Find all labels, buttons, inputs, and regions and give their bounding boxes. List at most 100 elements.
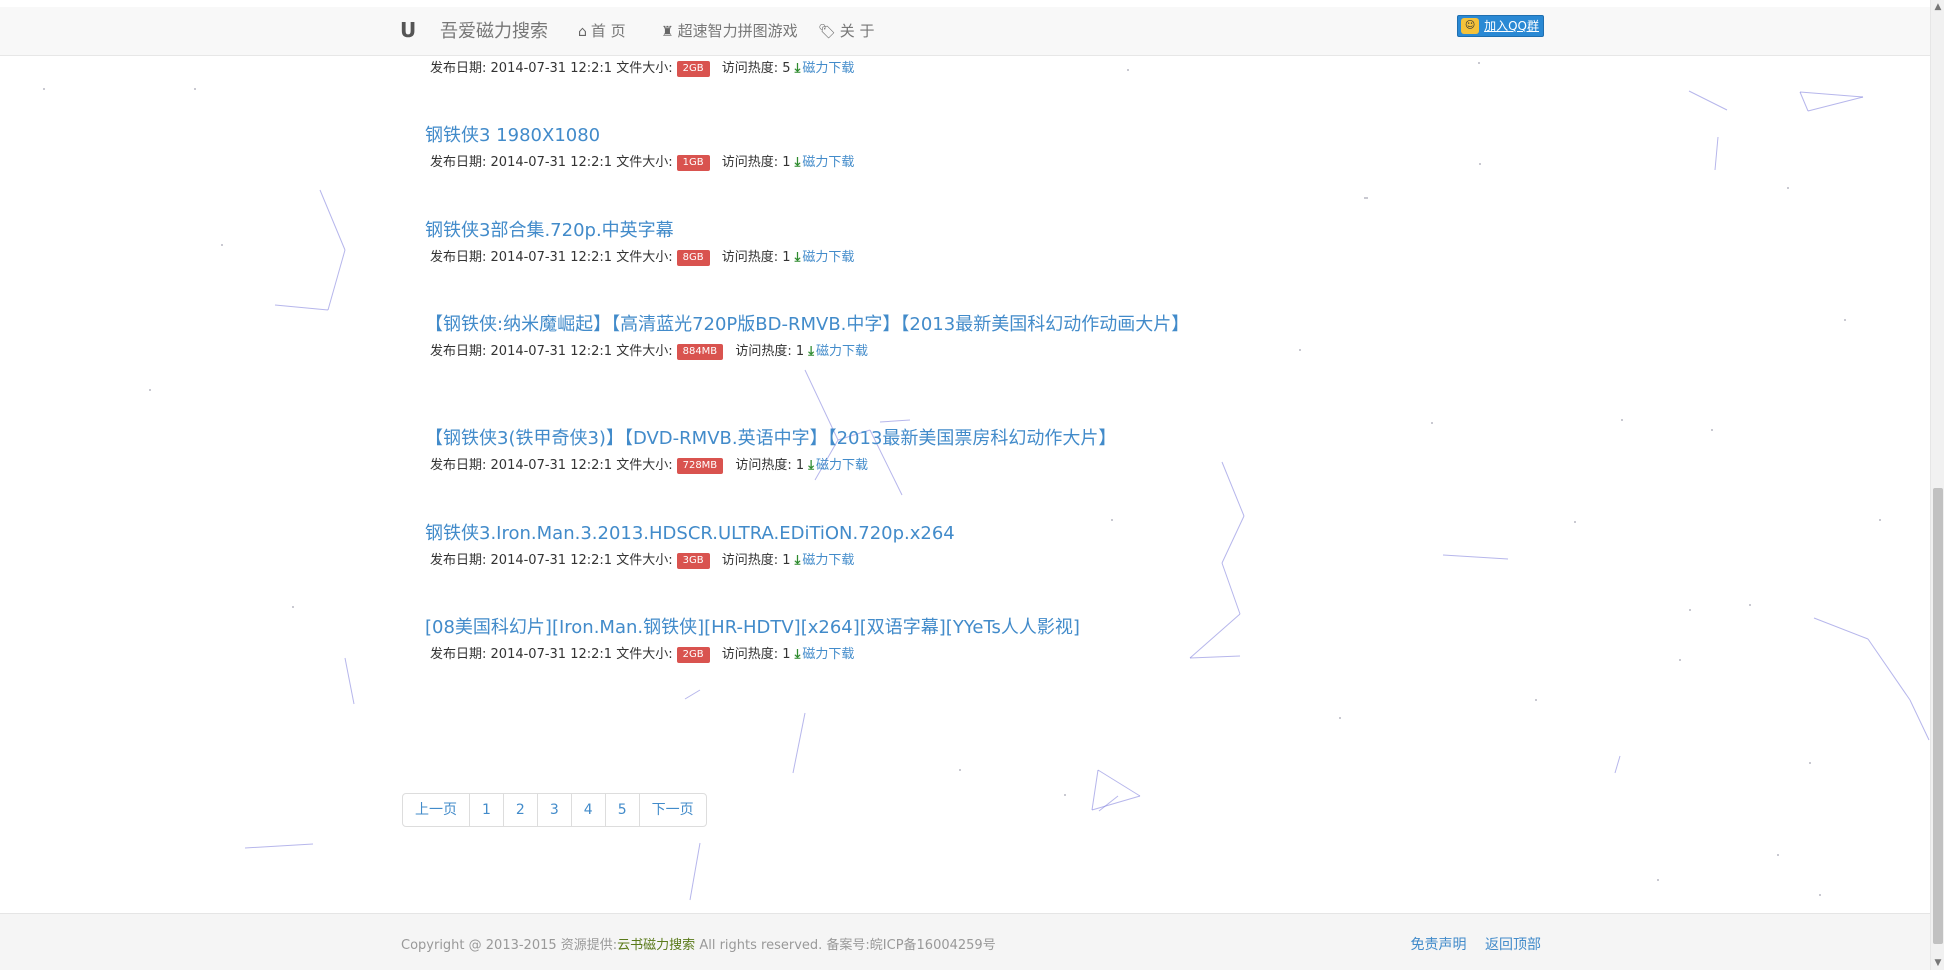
background-dot — [149, 389, 151, 391]
background-dot — [1679, 659, 1681, 661]
result-meta: 发布日期: 2014-07-31 12:2:1 文件大小: 728MB 访问热度:… — [430, 457, 1185, 475]
date-label: 发布日期: — [430, 250, 487, 265]
magnet-download-link[interactable]: ⤓ 磁力下载 — [808, 344, 868, 359]
back-to-top-link[interactable]: 返回顶部 — [1485, 937, 1541, 953]
disclaimer-link[interactable]: 免责声明 — [1411, 937, 1467, 953]
background-dot — [1111, 519, 1113, 521]
background-line — [1189, 613, 1241, 659]
download-icon: ⤓ — [794, 61, 801, 76]
background-dot — [194, 88, 196, 90]
result-title-link[interactable]: 【钢铁侠:纳米魔崛起】【高清蓝光720P版BD-RMVB.中字】【2013最新美… — [425, 315, 1189, 335]
page-1-button[interactable]: 1 — [469, 794, 503, 826]
nav-puzzle-game[interactable]: ♜ 超速智力拼图游戏 — [661, 7, 798, 57]
background-dot — [1339, 717, 1341, 719]
background-line — [1909, 699, 1930, 741]
background-line — [1799, 91, 1864, 98]
copyright-prefix: Copyright @ 2013-2015 资源提供: — [401, 938, 618, 953]
size-badge: 8GB — [676, 250, 710, 266]
date-label: 发布日期: — [430, 553, 487, 568]
download-label: 磁力下载 — [816, 344, 869, 359]
prev-page-button[interactable]: 上一页 — [403, 794, 469, 826]
pagination: 上一页 1 2 3 4 5 下一页 — [402, 793, 707, 827]
scrollbar-thumb[interactable] — [1933, 488, 1943, 944]
magnet-download-link[interactable]: ⤓ 磁力下载 — [808, 458, 868, 473]
result-item: 发布日期: 2014-07-31 12:2:1 文件大小: 2GB 访问热度: 5… — [425, 60, 1185, 78]
page-5-button[interactable]: 5 — [604, 794, 639, 826]
page-2-button[interactable]: 2 — [502, 794, 537, 826]
qq-button-label: 加入QQ群 — [1484, 19, 1539, 33]
background-line — [1813, 617, 1869, 640]
download-label: 磁力下载 — [802, 155, 855, 170]
download-icon: ⤓ — [794, 553, 801, 568]
background-dot — [1366, 197, 1368, 199]
brand-logo-icon[interactable]: U — [400, 19, 418, 41]
magnet-download-link[interactable]: ⤓ 磁力下载 — [795, 61, 855, 76]
result-title-link[interactable]: 钢铁侠3 1980X1080 — [425, 126, 1185, 146]
result-title-link[interactable]: [08美国科幻片][Iron.Man.钢铁侠][HR-HDTV][x264][双… — [425, 618, 1185, 638]
magnet-download-link[interactable]: ⤓ 磁力下载 — [795, 553, 855, 568]
rook-icon: ♜ — [661, 24, 674, 40]
size-badge: 884MB — [676, 344, 724, 360]
background-line — [1442, 554, 1509, 560]
download-label: 磁力下载 — [816, 458, 869, 473]
download-label: 磁力下载 — [802, 61, 855, 76]
background-dot — [1478, 62, 1480, 64]
size-badge: 728MB — [676, 458, 724, 474]
background-line — [244, 843, 314, 849]
background-line — [1221, 461, 1245, 517]
date-label: 发布日期: — [430, 344, 487, 359]
page-3-button[interactable]: 3 — [536, 794, 571, 826]
background-line — [327, 249, 346, 311]
result-date: 2014-07-31 12:2:1 — [490, 250, 613, 265]
scroll-down-arrow-icon[interactable]: ▼ — [1931, 956, 1944, 970]
background-dot — [1844, 319, 1846, 321]
vertical-scrollbar[interactable]: ▲ ▼ — [1930, 0, 1944, 970]
join-qq-group-button[interactable]: ☺ 加入QQ群 — [1457, 15, 1544, 37]
size-label: 文件大小: — [616, 553, 673, 568]
size-badge: 2GB — [676, 647, 710, 663]
background-dot — [1535, 699, 1537, 701]
magnet-download-link[interactable]: ⤓ 磁力下载 — [795, 250, 855, 265]
background-dot — [1574, 521, 1576, 523]
result-title-link[interactable]: 钢铁侠3.Iron.Man.3.2013.HDSCR.ULTRA.EDiTiON… — [425, 524, 1185, 544]
next-page-button[interactable]: 下一页 — [638, 794, 706, 826]
nav-about[interactable]: 🏷 关 于 — [818, 7, 875, 57]
result-title-link[interactable]: 【钢铁侠3(铁甲奇侠3)】【DVD-RMVB.英语中字】【2013最新美国票房科… — [425, 429, 1185, 449]
background-dot — [1299, 349, 1301, 351]
download-label: 磁力下载 — [802, 250, 855, 265]
heat-label: 访问热度: — [735, 458, 792, 473]
background-dot — [1879, 519, 1881, 521]
page-4-button[interactable]: 4 — [570, 794, 605, 826]
top-navbar: U 吾爱磁力搜索 ⌂ 首 页 ♜ 超速智力拼图游戏 🏷 关 于 ☺ 加入QQ群 — [0, 7, 1930, 56]
result-item: 【钢铁侠3(铁甲奇侠3)】【DVD-RMVB.英语中字】【2013最新美国票房科… — [425, 429, 1185, 475]
background-dot — [1749, 604, 1751, 606]
magnet-download-link[interactable]: ⤓ 磁力下载 — [795, 155, 855, 170]
nav-home[interactable]: ⌂ 首 页 — [578, 7, 626, 57]
background-line — [344, 657, 355, 705]
heat-label: 访问热度: — [721, 553, 779, 568]
copyright-suffix: All rights reserved. 备案号:皖ICP备16004259号 — [695, 938, 996, 953]
size-badge: 3GB — [676, 553, 710, 569]
background-line — [1807, 96, 1864, 112]
result-title-link[interactable]: 钢铁侠3部合集.720p.中英字幕 — [425, 221, 1185, 241]
background-dot — [1689, 609, 1691, 611]
result-item: 钢铁侠3.Iron.Man.3.2013.HDSCR.ULTRA.EDiTiON… — [425, 524, 1185, 570]
size-label: 文件大小: — [616, 61, 673, 76]
source-link[interactable]: 云书磁力搜索 — [617, 938, 695, 953]
background-dot — [1431, 422, 1433, 424]
scroll-up-arrow-icon[interactable]: ▲ — [1931, 0, 1944, 14]
magnet-download-link[interactable]: ⤓ 磁力下载 — [795, 647, 855, 662]
background-dot — [1777, 854, 1779, 856]
footer-links: 免责声明 返回顶部 — [1397, 934, 1541, 954]
background-line — [684, 689, 701, 700]
brand-link[interactable]: 吾爱磁力搜索 — [440, 7, 548, 56]
nav-about-label: 关 于 — [839, 22, 875, 40]
date-label: 发布日期: — [430, 155, 487, 170]
heat-value: 1 — [782, 250, 791, 265]
result-meta: 发布日期: 2014-07-31 12:2:1 文件大小: 2GB 访问热度: 5… — [430, 60, 1185, 78]
background-line — [1189, 655, 1241, 659]
background-dot — [1711, 429, 1713, 431]
download-icon: ⤓ — [794, 647, 801, 662]
heat-label: 访问热度: — [735, 344, 792, 359]
heat-value: 5 — [782, 61, 791, 76]
